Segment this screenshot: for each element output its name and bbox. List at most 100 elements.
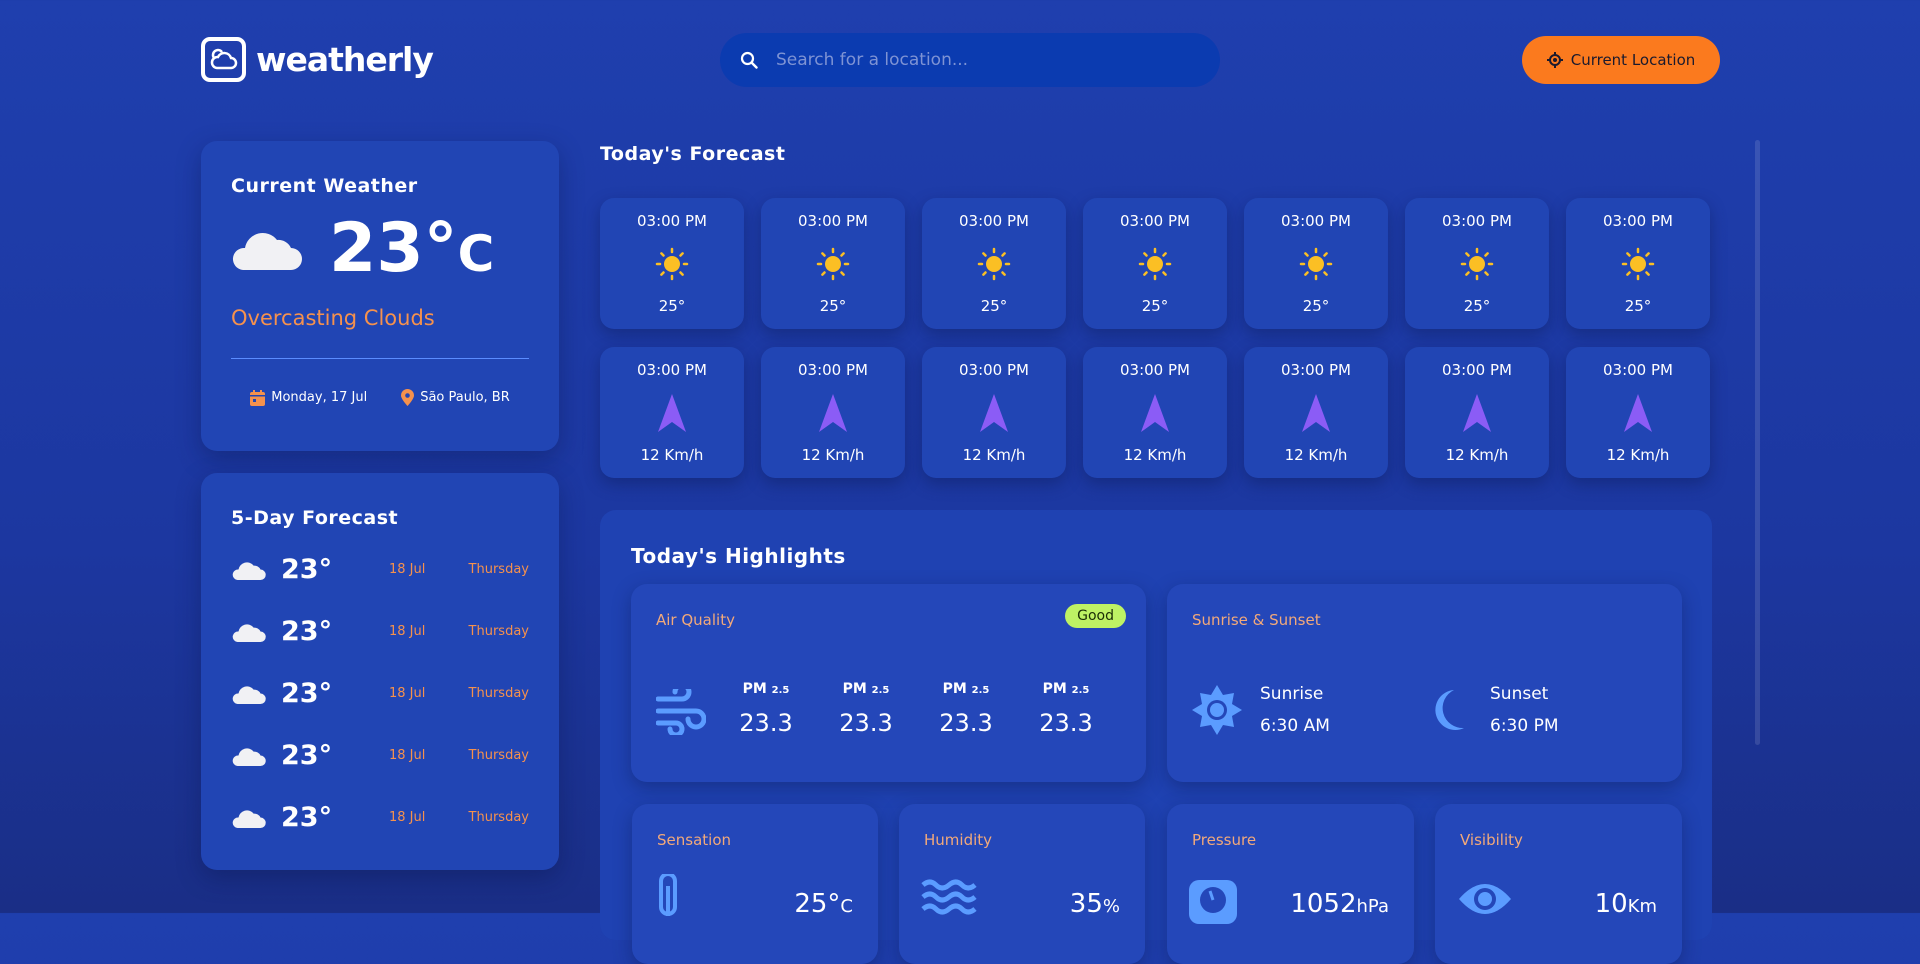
humidity-value: 35% — [1069, 889, 1120, 919]
day-name: Thursday — [468, 686, 529, 701]
tile-time: 03:00 PM — [798, 212, 868, 230]
wind-direction-arrow-icon — [1624, 393, 1652, 432]
sunrise-label: Sunrise — [1260, 684, 1324, 704]
air-quality-label: Air Quality — [656, 611, 735, 629]
current-location-label: Current Location — [1570, 51, 1696, 69]
day-date: 18 Jul — [389, 810, 426, 825]
tile-time: 03:00 PM — [637, 212, 707, 230]
pm-label: PM — [942, 681, 967, 697]
todays-forecast-title: Today's Forecast — [600, 143, 786, 165]
sun-icon — [1138, 247, 1172, 280]
forecast-day-row: 23° 18 Jul Thursday — [231, 734, 529, 777]
day-temp: 23° — [281, 616, 333, 647]
cloud-icon — [232, 623, 266, 642]
current-date: Monday, 17 Jul — [250, 389, 367, 406]
tile-value: 25° — [819, 297, 847, 315]
day-temp: 23° — [281, 740, 333, 771]
current-temperature: 23°C — [329, 209, 495, 288]
tile-time: 03:00 PM — [1281, 361, 1351, 379]
sun-icon — [1460, 247, 1494, 280]
search-bar[interactable] — [720, 33, 1220, 87]
sunset-label: Sunset — [1490, 684, 1549, 704]
calendar-icon — [250, 389, 266, 406]
pm-subscript: 2.5 — [1071, 685, 1090, 696]
tile-value: 25° — [980, 297, 1008, 315]
wind-direction-arrow-icon — [658, 393, 686, 432]
pm-label: PM — [842, 681, 867, 697]
air-quality-card: Air Quality Good PM 2.5 23.3 PM 2.5 23.3… — [631, 584, 1146, 782]
tile-value: 12 Km/h — [1123, 446, 1187, 464]
day-name: Thursday — [468, 748, 529, 763]
pm-reading: PM 2.5 23.3 — [1026, 681, 1106, 737]
day-temp: 23° — [281, 554, 333, 585]
cloud-icon — [232, 809, 266, 828]
humidity-card: Humidity 35% — [899, 804, 1145, 964]
sun-icon — [816, 247, 850, 280]
sunrise-time: 6:30 AM — [1260, 716, 1330, 736]
day-temp: 23° — [281, 678, 333, 709]
current-location: São Paulo, BR — [401, 389, 510, 406]
day-date: 18 Jul — [389, 748, 426, 763]
sunrise-icon — [1192, 685, 1242, 735]
wind-direction-arrow-icon — [1302, 393, 1330, 432]
wind-direction-arrow-icon — [1463, 393, 1491, 432]
visibility-label: Visibility — [1460, 831, 1523, 849]
sunset-time: 6:30 PM — [1490, 716, 1559, 736]
pm-reading: PM 2.5 23.3 — [926, 681, 1006, 737]
sensation-label: Sensation — [657, 831, 731, 849]
highlights-title: Today's Highlights — [631, 544, 846, 568]
app-logo[interactable]: weatherly — [201, 37, 434, 82]
pm-value: 23.3 — [739, 709, 793, 737]
pm-value: 23.3 — [1039, 709, 1093, 737]
pm-label: PM — [1042, 681, 1067, 697]
wind-forecast-tile: 03:00 PM 12 Km/h — [1566, 347, 1710, 478]
search-icon — [740, 51, 758, 69]
tile-value: 25° — [1141, 297, 1169, 315]
five-day-title: 5-Day Forecast — [231, 507, 399, 529]
tile-time: 03:00 PM — [637, 361, 707, 379]
tile-time: 03:00 PM — [798, 361, 868, 379]
visibility-value: 10Km — [1594, 889, 1657, 919]
hourly-forecast-tile: 03:00 PM 25° — [922, 198, 1066, 329]
tile-time: 03:00 PM — [1442, 212, 1512, 230]
pressure-card: Pressure 1052hPa — [1167, 804, 1414, 964]
hourly-forecast-tile: 03:00 PM 25° — [1566, 198, 1710, 329]
day-name: Thursday — [468, 562, 529, 577]
pm-value: 23.3 — [839, 709, 893, 737]
wind-direction-arrow-icon — [819, 393, 847, 432]
pm-reading: PM 2.5 23.3 — [726, 681, 806, 737]
day-date: 18 Jul — [389, 624, 426, 639]
forecast-day-row: 23° 18 Jul Thursday — [231, 610, 529, 653]
visibility-card: Visibility 10Km — [1435, 804, 1682, 964]
tile-value: 25° — [1463, 297, 1491, 315]
tile-value: 25° — [1302, 297, 1330, 315]
tile-value: 12 Km/h — [1445, 446, 1509, 464]
pm-label: PM — [742, 681, 767, 697]
pm-reading: PM 2.5 23.3 — [826, 681, 906, 737]
eye-icon — [1459, 884, 1511, 914]
current-location-button[interactable]: Current Location — [1522, 36, 1720, 84]
tile-time: 03:00 PM — [959, 212, 1029, 230]
current-weather-title: Current Weather — [231, 175, 418, 197]
wind-forecast-tile: 03:00 PM 12 Km/h — [1244, 347, 1388, 478]
sensation-card: Sensation 25°C — [632, 804, 878, 964]
search-input[interactable] — [776, 50, 1176, 70]
forecast-day-row: 23° 18 Jul Thursday — [231, 672, 529, 715]
sun-icon — [977, 247, 1011, 280]
tile-time: 03:00 PM — [1120, 212, 1190, 230]
tile-time: 03:00 PM — [1603, 361, 1673, 379]
scrollbar[interactable] — [1755, 140, 1760, 745]
pm-subscript: 2.5 — [971, 685, 990, 696]
location-text: São Paulo, BR — [420, 390, 510, 405]
sunrise-sunset-card: Sunrise & Sunset Sunrise 6:30 AM Sunset 6:… — [1167, 584, 1682, 782]
map-pin-icon — [401, 389, 415, 406]
wind-forecast-tile: 03:00 PM 12 Km/h — [1405, 347, 1549, 478]
hourly-forecast-tile: 03:00 PM 25° — [600, 198, 744, 329]
forecast-day-row: 23° 18 Jul Thursday — [231, 796, 529, 839]
pressure-label: Pressure — [1192, 831, 1257, 849]
tile-value: 12 Km/h — [962, 446, 1026, 464]
waves-icon — [921, 879, 977, 915]
wind-direction-arrow-icon — [1141, 393, 1169, 432]
cloud-icon — [232, 747, 266, 766]
five-day-forecast-card: 5-Day Forecast 23° 18 Jul Thursday 23° 1… — [201, 473, 559, 870]
